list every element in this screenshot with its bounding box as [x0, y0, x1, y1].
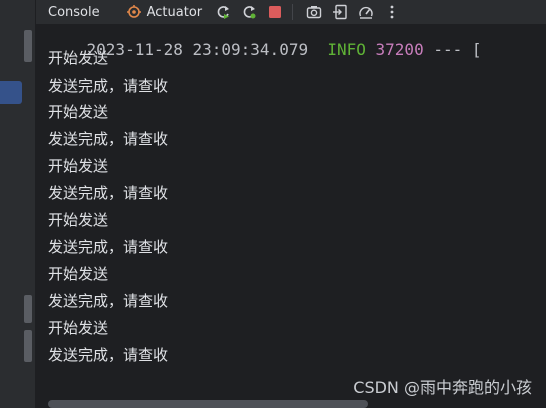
- left-tool-gutter: [0, 0, 22, 408]
- log-rest: --- [: [423, 40, 482, 59]
- console-line: 发送完成，请查收: [48, 346, 169, 364]
- rerun-button[interactable]: [212, 1, 234, 23]
- console-line: 发送完成，请查收: [48, 292, 169, 310]
- console-side-strip: [22, 0, 36, 408]
- horizontal-scrollbar[interactable]: [48, 400, 368, 408]
- stop-button[interactable]: [264, 1, 286, 23]
- tab-actuator-label: Actuator: [146, 4, 203, 20]
- toolbar-separator: [292, 4, 294, 20]
- log-level: INFO: [327, 40, 366, 59]
- exit-icon: [333, 4, 347, 20]
- camera-icon: [306, 6, 322, 19]
- more-options-button[interactable]: [381, 1, 403, 23]
- tab-console-label: Console: [48, 4, 100, 20]
- console-line: 发送完成，请查收: [48, 184, 169, 202]
- console-output[interactable]: 2023-11-28 23:09:34.079 INFO 37200 --- […: [36, 24, 546, 408]
- actuator-icon: [126, 5, 141, 18]
- console-line: 发送完成，请查收: [48, 238, 169, 256]
- exit-button[interactable]: [329, 1, 351, 23]
- watermark: CSDN @雨中奔跑的小孩: [353, 378, 532, 397]
- strip-marker-top: [24, 30, 32, 62]
- more-icon: [390, 5, 394, 19]
- console-line: 开始发送: [48, 211, 109, 229]
- console-line: 发送完成，请查收: [48, 130, 169, 148]
- gauge-icon: [359, 6, 373, 19]
- console-line: 开始发送: [48, 103, 109, 121]
- log-pid: 37200: [375, 40, 424, 59]
- rerun-failed-button[interactable]: [238, 1, 260, 23]
- profiler-button[interactable]: [355, 1, 377, 23]
- console-line: 开始发送: [48, 157, 109, 175]
- strip-marker-bottom: [24, 295, 32, 323]
- selected-tool-indicator[interactable]: [0, 81, 22, 104]
- rerun-icon: [217, 6, 230, 19]
- console-line: 开始发送: [48, 319, 109, 337]
- stop-icon: [269, 6, 282, 18]
- screenshot-button[interactable]: [303, 1, 325, 23]
- strip-marker-lower: [24, 330, 32, 362]
- console-line: 发送完成，请查收: [48, 77, 169, 95]
- console-line: 开始发送: [48, 49, 109, 67]
- rerun-failed-icon: [243, 6, 256, 19]
- console-line: 开始发送: [48, 265, 109, 283]
- log-timestamp: 2023-11-28 23:09:34.079: [86, 40, 309, 59]
- log-header-line: 2023-11-28 23:09:34.079 INFO 37200 --- [: [48, 21, 482, 78]
